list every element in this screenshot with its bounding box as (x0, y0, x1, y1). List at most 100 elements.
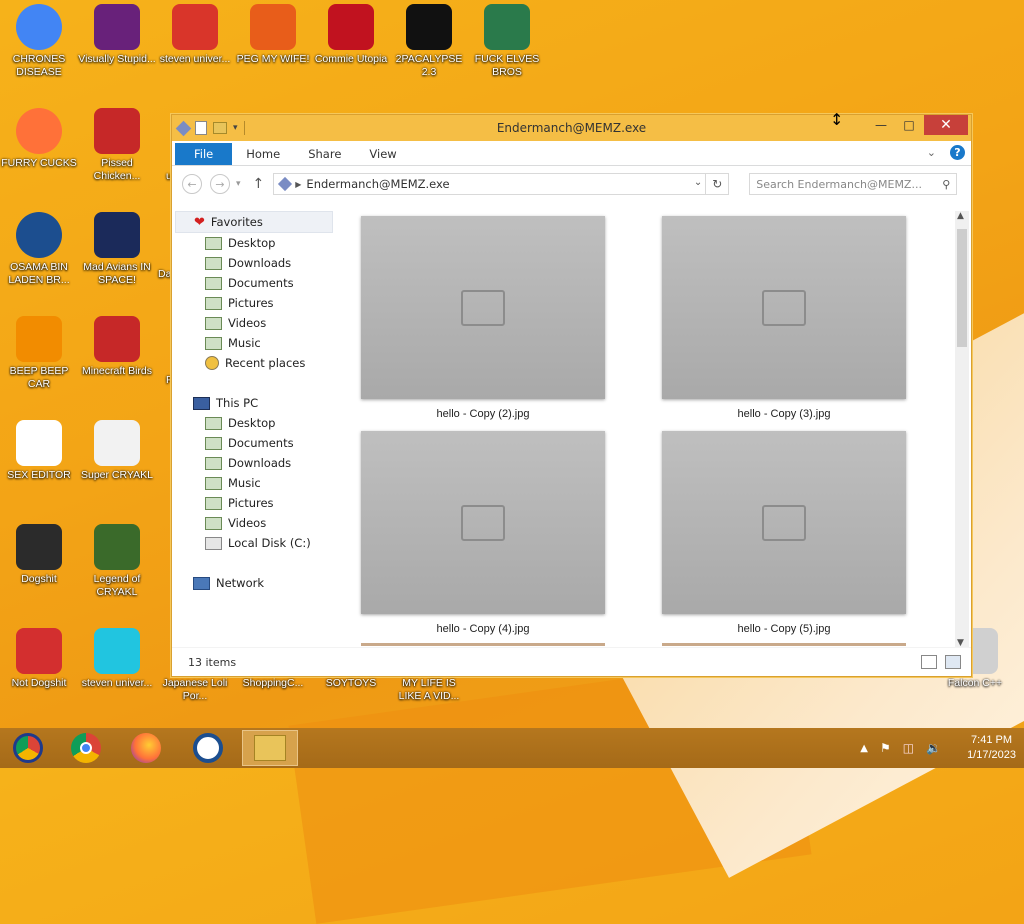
desktop-icon[interactable]: Dogshit (0, 524, 78, 586)
vlc-icon (16, 316, 62, 362)
scroll-up-arrow-icon[interactable]: ▲ (957, 211, 964, 221)
network-icon (193, 576, 210, 590)
minimize-button[interactable]: — (867, 115, 895, 135)
sidebar-item-desktop[interactable]: Desktop (175, 233, 335, 253)
image-thumbnail[interactable] (361, 216, 605, 399)
start-button[interactable] (0, 730, 56, 766)
desktop-icon[interactable]: Pissed Chicken... (78, 108, 156, 183)
desktop-icon[interactable]: Legend of CRYAKL (78, 524, 156, 599)
sidebar-item-pictures[interactable]: Pictures (175, 493, 335, 513)
sidebar-item-videos[interactable]: Videos (175, 513, 335, 533)
desktop-icon[interactable]: Not Dogshit (0, 628, 78, 690)
image-thumbnail[interactable] (662, 216, 906, 399)
image-thumbnail[interactable] (662, 431, 906, 614)
desktop-icon[interactable]: steven univer... (156, 4, 234, 66)
file-item-partial[interactable] (361, 643, 605, 646)
breadcrumb-arrow-icon[interactable]: ▶ (295, 180, 301, 189)
taskbar-firefox[interactable] (118, 730, 174, 766)
sidebar-item-documents[interactable]: Documents (175, 433, 335, 453)
action-center-flag-icon[interactable]: ⚑ (880, 741, 891, 755)
search-input[interactable]: Search Endermanch@MEMZ... ⚲ (749, 173, 958, 195)
file-item[interactable]: hello - Copy (2).jpg (361, 216, 605, 420)
up-button[interactable]: ↑ (253, 176, 265, 192)
desktop-icon-label: Minecraft Birds (81, 365, 153, 377)
desktop-icon[interactable]: Commie Utopia (312, 4, 390, 66)
new-folder-icon[interactable] (213, 122, 227, 134)
sidebar-item-downloads[interactable]: Downloads (175, 253, 335, 273)
desktop-icon[interactable]: steven univer... (78, 628, 156, 690)
maximize-button[interactable]: □ (895, 115, 923, 135)
desktop-icon[interactable]: CHRONES DISEASE (0, 4, 78, 79)
address-dropdown-icon[interactable]: ⌄ (694, 177, 702, 188)
file-item[interactable]: hello - Copy (5).jpg (662, 431, 906, 635)
desktop-icon[interactable]: FUCK ELVES BROS (468, 4, 546, 79)
heart-icon: ❤ (194, 214, 205, 230)
desktop-icon[interactable]: OSAMA BIN LADEN BR... (0, 212, 78, 287)
folder-diamond-icon (175, 120, 192, 136)
address-field[interactable]: ▶ Endermanch@MEMZ.exe ⌄ (273, 173, 707, 195)
dogshit-icon (16, 524, 62, 570)
folder-icon (205, 316, 222, 330)
scrollbar-thumb[interactable] (957, 229, 967, 347)
sidebar-item-local-disk-c[interactable]: Local Disk (C:) (175, 533, 335, 553)
recent-locations-icon[interactable]: ▾ (236, 179, 241, 189)
desktop-icon-label: MY LIFE IS LIKE A VID... (398, 677, 460, 702)
desktop-icon[interactable]: Mad Avians IN SPACE! (78, 212, 156, 287)
taskbar-obama-app[interactable] (180, 730, 236, 766)
sidebar-item-pictures[interactable]: Pictures (175, 293, 335, 313)
chevron-down-icon[interactable]: ▾ (233, 123, 238, 133)
close-button[interactable]: ✕ (924, 115, 968, 135)
sidebar-item-documents[interactable]: Documents (175, 273, 335, 293)
desktop-icon[interactable]: Visually Stupid... (78, 4, 156, 66)
clock[interactable]: 7:41 PM 1/17/2023 (967, 733, 1016, 763)
taskbar-file-explorer[interactable] (242, 730, 298, 766)
sidebar-item-desktop[interactable]: Desktop (175, 413, 335, 433)
large-icons-view-icon[interactable] (945, 655, 961, 669)
desktop-icon[interactable]: Super CRYAKL (78, 420, 156, 482)
desktop-icon-label-partial[interactable]: Da (158, 268, 172, 281)
forward-button[interactable]: → (210, 174, 230, 194)
breadcrumb[interactable]: Endermanch@MEMZ.exe (306, 177, 449, 191)
sidebar-item-downloads[interactable]: Downloads (175, 453, 335, 473)
tab-view[interactable]: View (355, 143, 410, 165)
back-button[interactable]: ← (182, 174, 202, 194)
tab-file[interactable]: File (175, 143, 233, 165)
vertical-scrollbar[interactable]: ▲ ▼ (955, 211, 969, 648)
file-item[interactable]: hello - Copy (3).jpg (662, 216, 906, 420)
folder-icon (205, 436, 222, 450)
desktop-icon[interactable]: 2PACALYPSE 2.3 (390, 4, 468, 79)
file-item[interactable]: hello - Copy (4).jpg (361, 431, 605, 635)
properties-icon[interactable] (195, 121, 207, 135)
desktop-icon-label: Pissed Chicken... (93, 157, 141, 182)
sidebar-item-label: Favorites (210, 215, 263, 229)
help-icon[interactable]: ? (950, 145, 965, 160)
desktop-icon-label: BEEP BEEP CAR (9, 365, 69, 390)
desktop-icon[interactable]: SEX EDITOR (0, 420, 78, 482)
expand-ribbon-icon[interactable]: ⌄ (927, 146, 936, 159)
tab-home[interactable]: Home (232, 143, 294, 165)
desktop-icon[interactable]: FURRY CUCKS (0, 108, 78, 170)
taskbar-chrome[interactable] (58, 730, 114, 766)
details-view-icon[interactable] (921, 655, 937, 669)
sidebar-item-label: Desktop (228, 416, 276, 430)
cmd-icon (406, 4, 452, 50)
title-bar[interactable]: ▾ Endermanch@MEMZ.exe — □ ✕ (172, 115, 971, 141)
desktop-icon[interactable]: BEEP BEEP CAR (0, 316, 78, 391)
image-thumbnail[interactable] (361, 431, 605, 614)
file-item-partial[interactable] (662, 643, 906, 646)
system-tray: ▲ ⚑ ◫ 🔉 7:41 PM 1/17/2023 (860, 728, 1016, 768)
sidebar-item-music[interactable]: Music (175, 333, 335, 353)
sidebar-item-favorites[interactable]: ❤ Favorites (175, 211, 333, 233)
sidebar-item-videos[interactable]: Videos (175, 313, 335, 333)
tab-share[interactable]: Share (294, 143, 355, 165)
sidebar-item-network[interactable]: Network (175, 573, 335, 593)
refresh-button[interactable]: ↻ (706, 173, 730, 195)
volume-icon[interactable]: 🔉 (926, 741, 941, 755)
desktop-icon[interactable]: PEG MY WIFE! (234, 4, 312, 66)
show-hidden-icons-icon[interactable]: ▲ (860, 743, 868, 754)
network-error-icon[interactable]: ◫ (903, 741, 914, 755)
sidebar-item-recent-places[interactable]: Recent places (175, 353, 335, 373)
desktop-icon[interactable]: Minecraft Birds (78, 316, 156, 378)
sidebar-item-music[interactable]: Music (175, 473, 335, 493)
sidebar-item-this-pc[interactable]: This PC (175, 393, 335, 413)
